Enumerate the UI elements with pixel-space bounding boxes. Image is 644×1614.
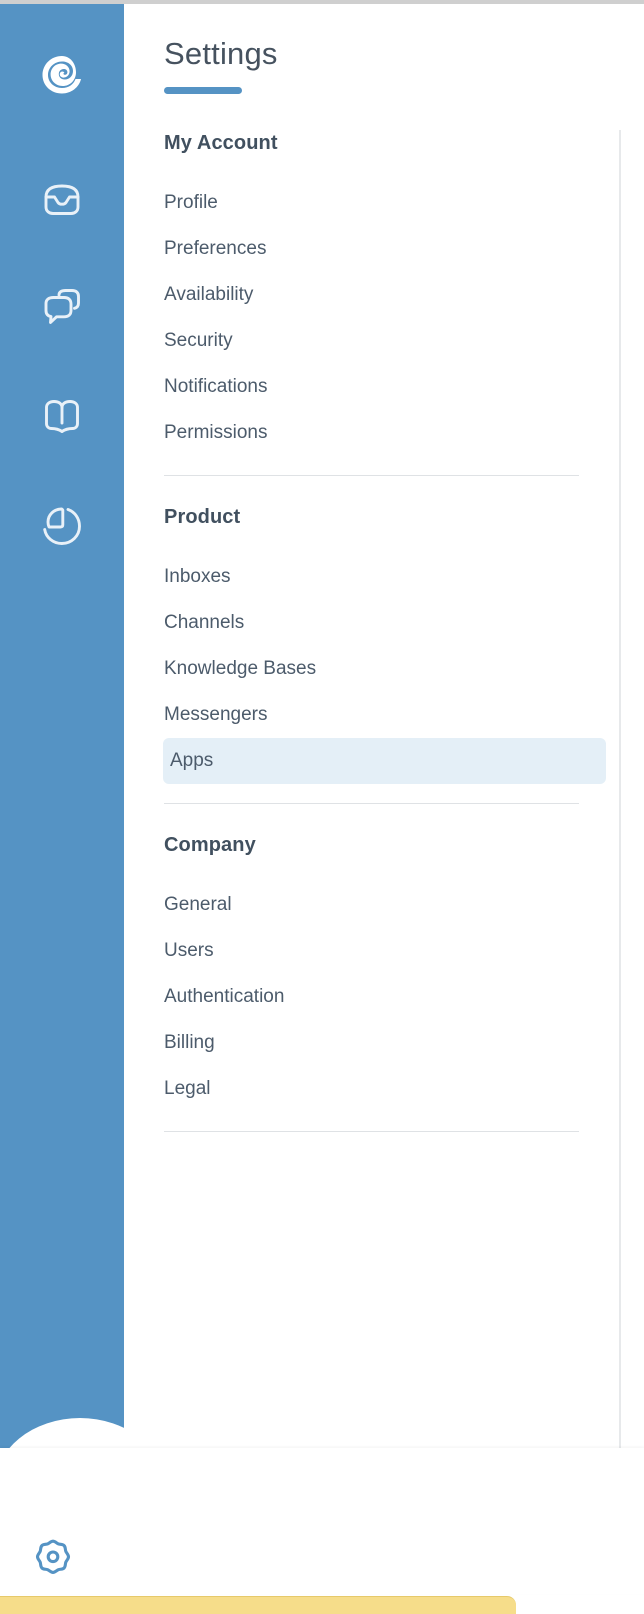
gear-icon (33, 1537, 73, 1582)
sidebar-item-security[interactable]: Security (163, 318, 606, 364)
sidebar-item-general[interactable]: General (163, 882, 606, 928)
rail-item-inbox[interactable] (0, 166, 124, 234)
section-heading-product: Product (164, 506, 241, 528)
sidebar-item-channels[interactable]: Channels (163, 600, 606, 646)
pie-chart-icon (40, 502, 84, 546)
section-divider-3 (164, 1131, 579, 1132)
sidebar-item-preferences[interactable]: Preferences (163, 226, 606, 272)
rail-item-reports[interactable] (0, 490, 124, 558)
settings-gear-button[interactable] (22, 1528, 84, 1590)
left-nav-rail (0, 4, 124, 1455)
section-product: Product Inboxes Channels Knowledge Bases… (163, 506, 644, 784)
inbox-icon (40, 180, 84, 220)
chat-bubbles-icon (40, 287, 84, 329)
section-company: Company General Users Authentication Bil… (164, 834, 644, 1112)
nav-list-company: General Users Authentication Billing Leg… (164, 882, 644, 1112)
open-book-icon (40, 396, 84, 436)
nav-list-product: Inboxes Channels Knowledge Bases Messeng… (163, 554, 644, 784)
sidebar-item-availability[interactable]: Availability (163, 272, 606, 318)
sidebar-item-notifications[interactable]: Notifications (163, 364, 606, 410)
sidebar-item-billing[interactable]: Billing (163, 1020, 606, 1066)
bottom-toast-bar[interactable] (0, 1596, 516, 1614)
page-title: Settings (164, 36, 278, 71)
sidebar-item-messengers[interactable]: Messengers (163, 692, 606, 738)
sidebar-item-legal[interactable]: Legal (163, 1066, 606, 1112)
sidebar-item-apps[interactable]: Apps (163, 738, 606, 784)
rail-item-logo[interactable] (0, 40, 124, 108)
nav-list-my-account: Profile Preferences Availability Securit… (164, 180, 644, 456)
section-heading-company: Company (164, 834, 256, 856)
section-heading-my-account: My Account (164, 132, 278, 154)
sidebar-item-users[interactable]: Users (163, 928, 606, 974)
sidebar-item-inboxes[interactable]: Inboxes (163, 554, 606, 600)
settings-panel: Settings My Account Profile Preferences … (124, 4, 644, 1594)
rail-item-knowledge[interactable] (0, 382, 124, 450)
sidebar-item-knowledge-bases[interactable]: Knowledge Bases (163, 646, 606, 692)
bottom-dock (0, 1448, 644, 1594)
section-divider-2 (164, 803, 579, 804)
sidebar-item-permissions[interactable]: Permissions (163, 410, 606, 456)
section-my-account: My Account Profile Preferences Availabil… (164, 132, 644, 456)
rail-item-conversations[interactable] (0, 274, 124, 342)
title-underline (164, 87, 242, 94)
sidebar-item-authentication[interactable]: Authentication (163, 974, 606, 1020)
spiral-logo-icon (40, 52, 84, 96)
section-divider-1 (164, 475, 579, 476)
sidebar-item-profile[interactable]: Profile (163, 180, 606, 226)
panel-right-edge (619, 130, 621, 1480)
